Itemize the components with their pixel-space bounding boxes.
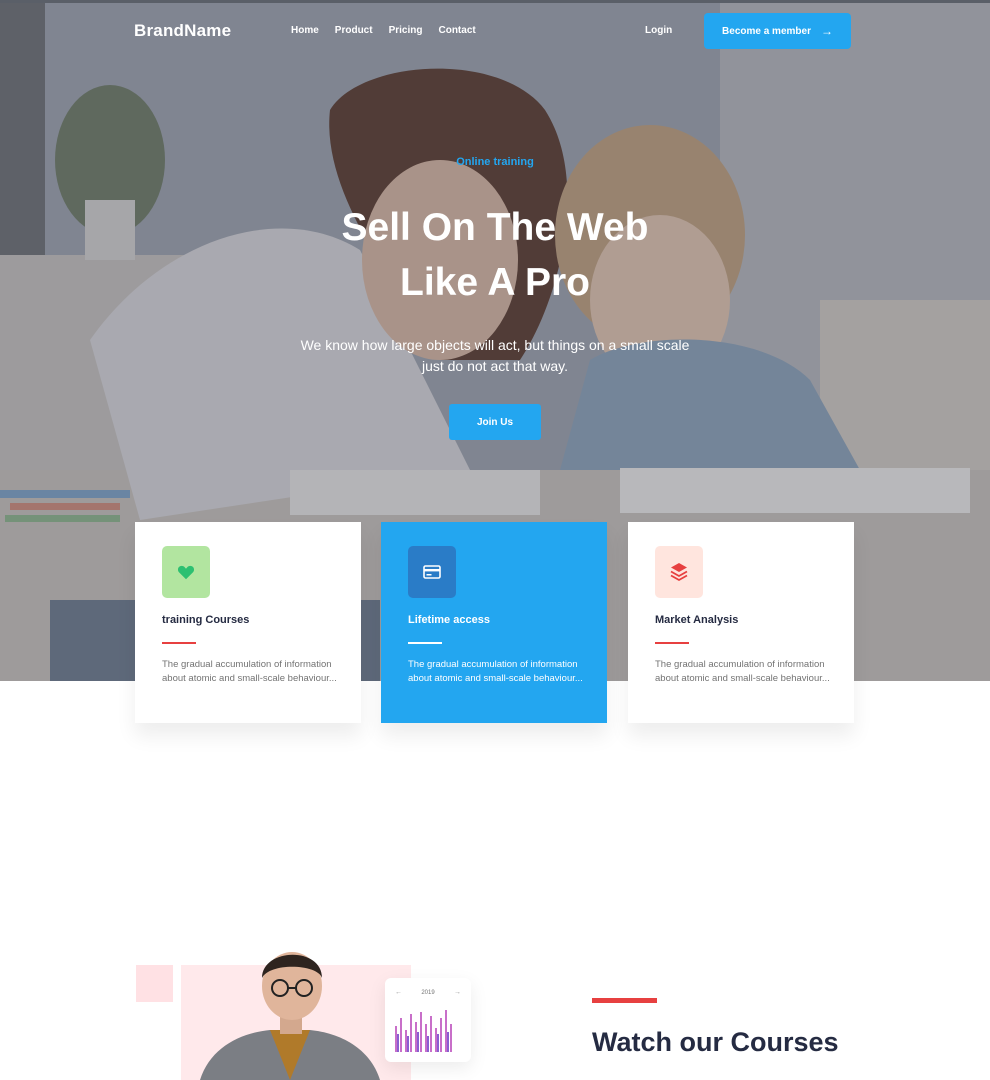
layers-icon <box>655 546 703 598</box>
become-member-label: Become a member <box>722 25 811 37</box>
feature-divider <box>408 642 442 644</box>
hero-eyebrow: Online training <box>456 156 534 168</box>
watch-courses-title: Watch our Courses <box>592 1027 839 1057</box>
section-accent-bar <box>592 998 657 1003</box>
brand-logo[interactable]: BrandName <box>134 21 231 41</box>
heart-icon <box>162 546 210 598</box>
nav-product[interactable]: Product <box>335 25 373 36</box>
feature-title: training Courses <box>162 614 250 626</box>
nav-home[interactable]: Home <box>291 25 319 36</box>
feature-divider <box>655 642 689 644</box>
nav-pricing[interactable]: Pricing <box>389 25 423 36</box>
instructor-photo <box>200 952 380 1080</box>
card-icon <box>408 546 456 598</box>
feature-description: The gradual accumulation of information … <box>408 659 583 684</box>
feature-title: Market Analysis <box>655 614 739 626</box>
feature-title: Lifetime access <box>408 614 490 626</box>
hero-headline: Sell On The Web Like A Pro <box>0 200 990 310</box>
hero-subtitle: We know how large objects will act, but … <box>300 337 690 374</box>
feature-card-market[interactable]: Market Analysis The gradual accumulation… <box>628 522 854 723</box>
decor-pink-square <box>136 965 173 1002</box>
feature-description: The gradual accumulation of information … <box>655 659 830 684</box>
join-us-button[interactable]: Join Us <box>449 404 541 440</box>
feature-description: The gradual accumulation of information … <box>162 659 337 684</box>
nav-contact[interactable]: Contact <box>438 25 475 36</box>
chevron-right-icon[interactable]: → <box>454 989 461 996</box>
hero-headline-line1: Sell On The Web <box>341 206 649 249</box>
top-edge-bar <box>0 0 990 3</box>
become-member-button[interactable]: Become a member → <box>704 13 851 49</box>
login-link[interactable]: Login <box>645 25 672 36</box>
feature-card-lifetime[interactable]: Lifetime access The gradual accumulation… <box>381 522 607 723</box>
hero-headline-line2: Like A Pro <box>400 261 590 304</box>
mini-bars <box>395 1010 452 1052</box>
main-nav: Home Product Pricing Contact <box>291 25 476 36</box>
feature-divider <box>162 642 196 644</box>
mini-bar-chart-card: ← 2019 → <box>385 978 471 1062</box>
feature-card-training[interactable]: training Courses The gradual accumulatio… <box>135 522 361 723</box>
arrow-right-icon: → <box>820 24 833 38</box>
